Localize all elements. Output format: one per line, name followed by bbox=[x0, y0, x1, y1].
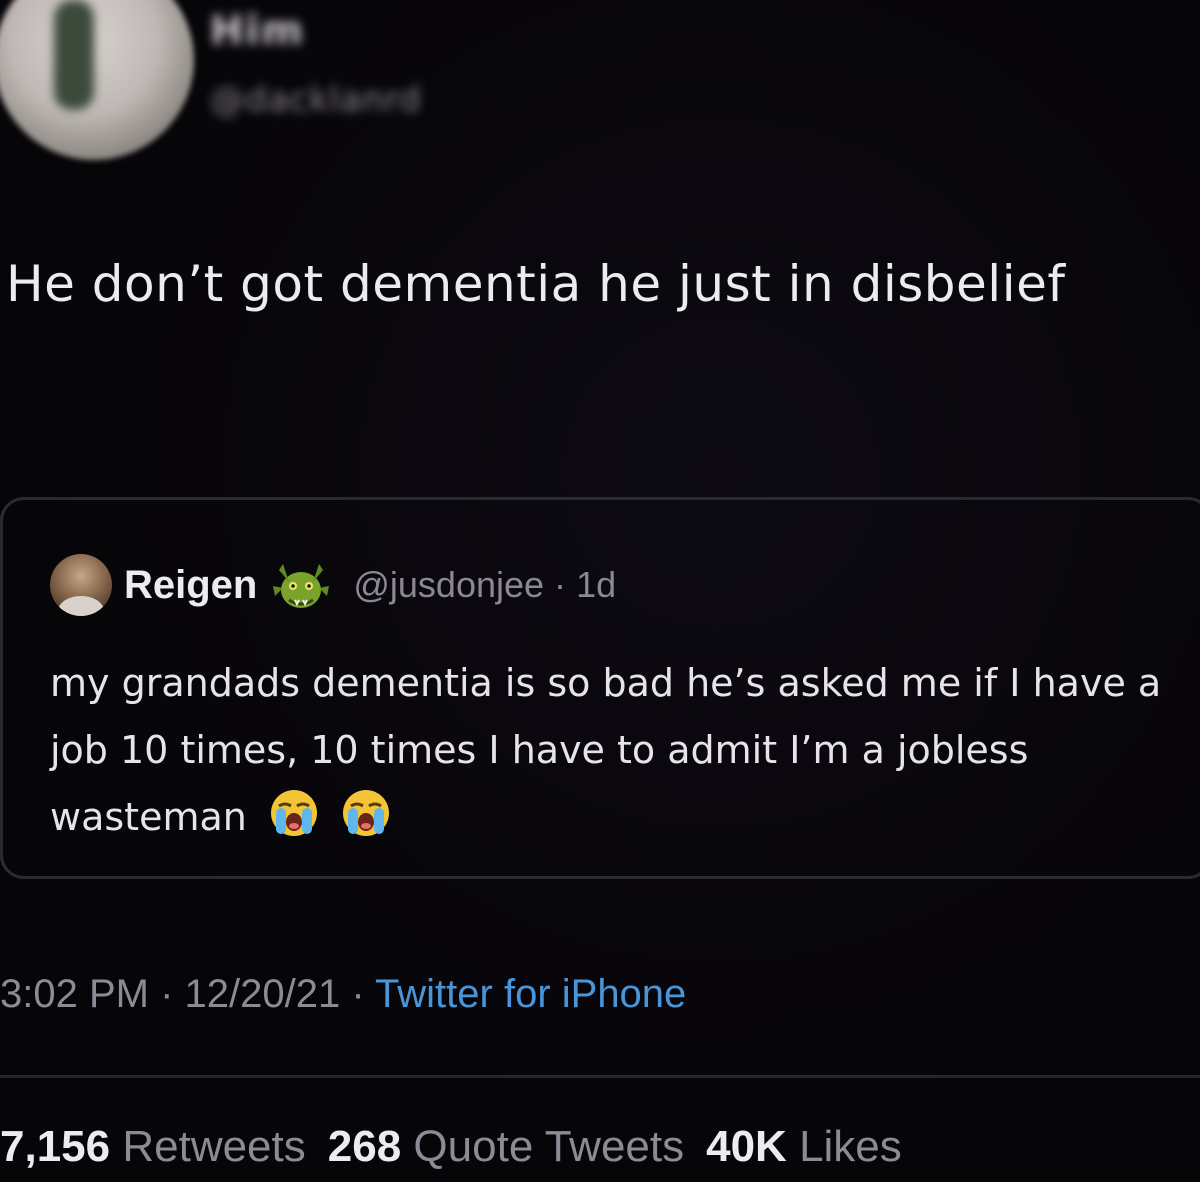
quoted-author-handle[interactable]: @jusdonjee bbox=[353, 564, 544, 606]
quote-tweets-stat[interactable]: 268 Quote Tweets bbox=[328, 1122, 684, 1171]
tweet-meta: 3:02 PM · 12/20/21 · Twitter for iPhone bbox=[0, 972, 686, 1017]
author-name[interactable]: Him bbox=[210, 8, 305, 54]
tweet-screenshot: Him @dacklanrd He don’t got dementia he … bbox=[0, 0, 1200, 1182]
quote-tweets-label: Quote Tweets bbox=[413, 1122, 685, 1171]
avatar-figure bbox=[54, 0, 94, 110]
quote-tweets-count: 268 bbox=[327, 1122, 402, 1171]
quoted-author-name[interactable]: Reigen bbox=[124, 563, 257, 608]
retweets-stat[interactable]: 7,156 Retweets bbox=[0, 1122, 306, 1171]
tweet-source-link[interactable]: Twitter for iPhone bbox=[375, 972, 686, 1016]
dragon-icon bbox=[273, 564, 330, 608]
quoted-tweet-header: Reigen @jusdonjee · 1d bbox=[50, 554, 616, 616]
meta-separator: · bbox=[148, 972, 185, 1016]
meta-separator: · bbox=[554, 564, 567, 605]
tweet-text: He don’t got dementia he just in disbeli… bbox=[6, 255, 1066, 313]
likes-count: 40K bbox=[706, 1122, 787, 1171]
quoted-tweet-text: my grandads dementia is so bad he’s aske… bbox=[50, 650, 1200, 851]
loudly-crying-face-emoji-icon bbox=[270, 790, 317, 836]
likes-label: Likes bbox=[799, 1122, 902, 1171]
loudly-crying-face-emoji-icon bbox=[343, 790, 390, 836]
avatar-shoulders bbox=[58, 596, 104, 616]
author-avatar[interactable] bbox=[0, 0, 194, 160]
likes-stat[interactable]: 40K Likes bbox=[706, 1122, 902, 1171]
author-handle[interactable]: @dacklanrd bbox=[210, 80, 422, 120]
retweets-label: Retweets bbox=[122, 1122, 306, 1171]
quoted-tweet-age[interactable]: 1d bbox=[576, 564, 616, 606]
meta-separator: · bbox=[340, 972, 376, 1016]
retweets-count: 7,156 bbox=[0, 1122, 111, 1171]
tweet-date[interactable]: 12/20/21 bbox=[185, 972, 341, 1016]
divider bbox=[0, 1075, 1200, 1078]
tweet-stats: 7,156 Retweets 268 Quote Tweets 40K Likes bbox=[0, 1122, 902, 1172]
meta-separator bbox=[544, 564, 554, 606]
meta-separator bbox=[566, 564, 576, 606]
quoted-author-avatar[interactable] bbox=[50, 554, 112, 616]
tweet-time[interactable]: 3:02 PM bbox=[0, 972, 149, 1016]
quoted-tweet-body: my grandads dementia is so bad he’s aske… bbox=[50, 661, 1162, 839]
